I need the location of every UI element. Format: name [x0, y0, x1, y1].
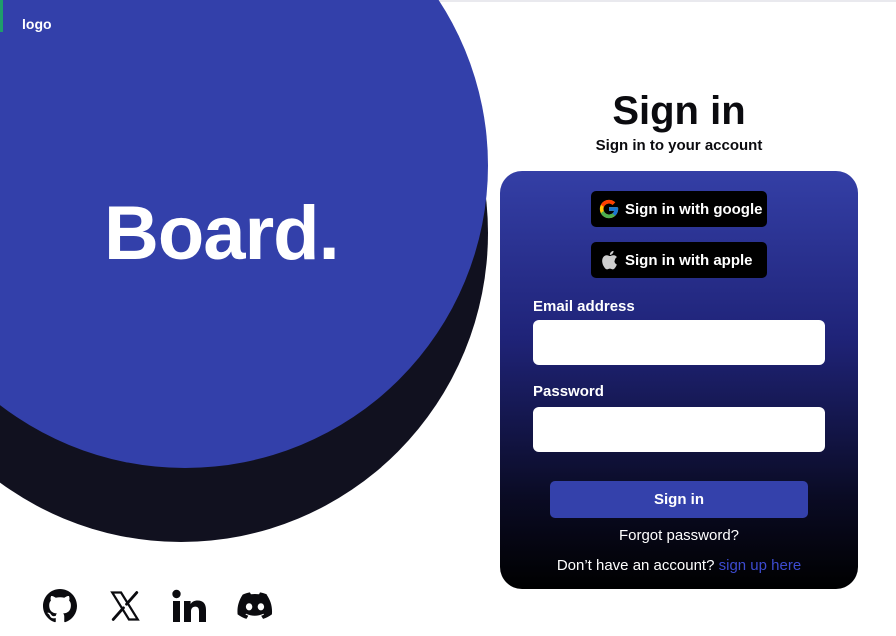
social-links: [42, 588, 302, 624]
left-accent-bar: [0, 0, 3, 32]
signup-link[interactable]: sign up here: [719, 557, 802, 574]
email-label: Email address: [533, 298, 635, 315]
password-field[interactable]: [533, 407, 825, 452]
google-icon: [598, 198, 620, 220]
logo[interactable]: logo: [22, 16, 52, 32]
apple-signin-button[interactable]: Sign in with apple: [591, 242, 767, 278]
signup-row: Don’t have an account? sign up here: [500, 557, 858, 574]
email-field[interactable]: [533, 320, 825, 365]
github-icon[interactable]: [42, 588, 78, 624]
hero-panel: logo Board.: [0, 0, 500, 560]
apple-signin-label: Sign in with apple: [625, 251, 753, 269]
signup-prompt: Don’t have an account?: [556, 557, 715, 574]
apple-icon: [598, 249, 620, 271]
discord-icon[interactable]: [237, 588, 273, 624]
x-icon[interactable]: [107, 588, 143, 624]
google-signin-button[interactable]: Sign in with google: [591, 191, 767, 227]
page-subtitle: Sign in to your account: [595, 137, 763, 154]
page-title: Sign in: [612, 89, 746, 133]
forgot-password-link[interactable]: Forgot password?: [500, 527, 858, 544]
google-signin-label: Sign in with google: [625, 200, 763, 218]
linkedin-icon[interactable]: [172, 588, 208, 624]
brand-title: Board.: [104, 191, 340, 276]
password-label: Password: [533, 383, 604, 400]
signin-card: Sign in with google Sign in with apple E…: [500, 171, 858, 589]
signin-button[interactable]: Sign in: [550, 481, 808, 518]
